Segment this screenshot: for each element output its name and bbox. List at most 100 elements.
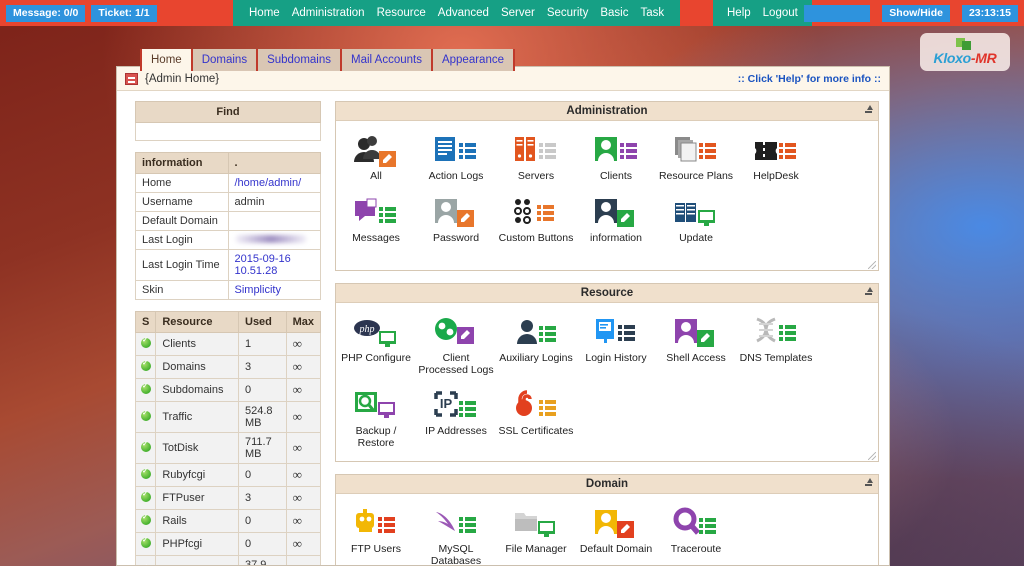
tile-password[interactable]: Password bbox=[416, 191, 496, 253]
tile-label: Update bbox=[679, 233, 713, 245]
tab-subdomains[interactable]: Subdomains bbox=[258, 49, 342, 71]
information-value[interactable]: Simplicity bbox=[228, 281, 321, 300]
tile-label: Traceroute bbox=[671, 544, 721, 556]
tile-ssl-certificates[interactable]: SSL Certificates bbox=[496, 384, 576, 457]
information-value[interactable]: 2015-09-16 10.51.28 bbox=[228, 250, 321, 281]
tile-ip-addresses[interactable]: IP IP Addresses bbox=[416, 384, 496, 457]
nav-item-server[interactable]: Server bbox=[495, 7, 541, 19]
status-ok-icon bbox=[141, 492, 151, 502]
auxiliary-logins-icon bbox=[513, 313, 559, 349]
tile-traceroute[interactable]: Traceroute bbox=[656, 502, 736, 566]
tile-label: Clients bbox=[600, 171, 632, 183]
find-box: Find bbox=[135, 101, 321, 141]
file-manager-icon bbox=[513, 504, 559, 540]
tile-label: Resource Plans bbox=[659, 171, 733, 183]
status-badge bbox=[136, 402, 156, 433]
nav-item-resource[interactable]: Resource bbox=[371, 7, 432, 19]
tile-label: PHP Configure bbox=[341, 353, 411, 365]
collapse-icon[interactable] bbox=[864, 105, 873, 115]
tile-dns-templates[interactable]: DNS Templates bbox=[736, 311, 816, 384]
tile-label: Client Processed Logs bbox=[418, 353, 494, 376]
ticket-counter-pill[interactable]: Ticket: 1/1 bbox=[91, 5, 156, 22]
tile-label: Backup / Restore bbox=[338, 426, 414, 449]
nav-logout[interactable]: Logout bbox=[757, 7, 804, 19]
resize-grip[interactable] bbox=[868, 452, 876, 460]
resource-used: 37.9 MB bbox=[239, 556, 287, 566]
collapse-icon[interactable] bbox=[864, 287, 873, 297]
resource-name: Rails bbox=[156, 510, 239, 533]
nav-item-advanced[interactable]: Advanced bbox=[432, 7, 495, 19]
tile-messages[interactable]: Messages bbox=[336, 191, 416, 253]
find-input-cell[interactable] bbox=[136, 123, 321, 141]
panel-title: Resource bbox=[581, 287, 633, 299]
kloxo-mr-logo[interactable]: Kloxo-MR bbox=[920, 33, 1010, 71]
tile-default-domain[interactable]: Default Domain bbox=[576, 502, 656, 566]
information-row: Last Login bbox=[136, 231, 321, 250]
nav-help[interactable]: Help bbox=[721, 7, 757, 19]
status-ok-icon bbox=[141, 411, 151, 421]
tile-label: IP Addresses bbox=[425, 426, 487, 438]
tab-home[interactable]: Home bbox=[140, 49, 193, 71]
resource-name: Subdomains bbox=[156, 379, 239, 402]
tile-ftp-users[interactable]: FTP Users bbox=[336, 502, 416, 566]
information-value[interactable]: /home/admin/ bbox=[228, 174, 321, 193]
users-edit-icon bbox=[353, 131, 399, 167]
tab-mail-accounts[interactable]: Mail Accounts bbox=[342, 49, 433, 71]
default-domain-icon bbox=[593, 504, 639, 540]
tile-php-configure[interactable]: php PHP Configure bbox=[336, 311, 416, 384]
nav-item-basic[interactable]: Basic bbox=[594, 7, 634, 19]
resource-used: 524.8 MB bbox=[239, 402, 287, 433]
resource-max: ∞ bbox=[286, 433, 320, 464]
tile-file-manager[interactable]: File Manager bbox=[496, 502, 576, 566]
tile-login-history[interactable]: Login History bbox=[576, 311, 656, 384]
table-row: Clients1∞ bbox=[136, 333, 321, 356]
tile-auxiliary-logins[interactable]: Auxiliary Logins bbox=[496, 311, 576, 384]
tile-servers[interactable]: Servers bbox=[496, 129, 576, 191]
tile-label: FTP Users bbox=[351, 544, 401, 556]
tile-all[interactable]: All bbox=[336, 129, 416, 191]
tile-resource-plans[interactable]: Resource Plans bbox=[656, 129, 736, 191]
resource-col-used: Used bbox=[239, 312, 287, 333]
tile-backup-restore[interactable]: Backup / Restore bbox=[336, 384, 416, 457]
collapse-icon[interactable] bbox=[864, 478, 873, 488]
resource-name: TotDisk bbox=[156, 433, 239, 464]
tile-client-processed-logs[interactable]: Client Processed Logs bbox=[416, 311, 496, 384]
mysql-dolphin-icon bbox=[433, 504, 479, 540]
nav-item-security[interactable]: Security bbox=[541, 7, 595, 19]
shell-access-icon bbox=[673, 313, 719, 349]
panel-body: All Action Logs Servers Clients Resource… bbox=[336, 121, 878, 256]
left-sidebar: Find information . Home/home/admin/Usern… bbox=[117, 91, 329, 566]
tile-mysql-databases[interactable]: MySQL Databases bbox=[416, 502, 496, 566]
status-ok-icon bbox=[141, 384, 151, 394]
tile-shell-access[interactable]: Shell Access bbox=[656, 311, 736, 384]
custom-buttons-icon bbox=[513, 193, 559, 229]
find-input[interactable] bbox=[136, 123, 320, 140]
top-bar: Message: 0/0 Ticket: 1/1 HomeAdministrat… bbox=[0, 0, 1024, 26]
tab-domains[interactable]: Domains bbox=[193, 49, 258, 71]
information-key: Home bbox=[136, 174, 229, 193]
nav-item-task[interactable]: Task bbox=[634, 7, 670, 19]
tile-label: Shell Access bbox=[666, 353, 726, 365]
tile-clients[interactable]: Clients bbox=[576, 129, 656, 191]
tile-update[interactable]: Update bbox=[656, 191, 736, 253]
tile-custom-buttons[interactable]: Custom Buttons bbox=[496, 191, 576, 253]
resize-grip[interactable] bbox=[868, 261, 876, 269]
show-hide-button[interactable]: Show/Hide bbox=[882, 5, 950, 22]
tile-action-logs[interactable]: Action Logs bbox=[416, 129, 496, 191]
tile-information[interactable]: information bbox=[576, 191, 656, 253]
table-row: Rubyfcgi0∞ bbox=[136, 464, 321, 487]
panel-domain: Domain FTP Users MySQL Databases File Ma… bbox=[335, 474, 879, 566]
message-counter-pill[interactable]: Message: 0/0 bbox=[6, 5, 85, 22]
table-row: Rails0∞ bbox=[136, 510, 321, 533]
tile-helpdesk[interactable]: HelpDesk bbox=[736, 129, 816, 191]
update-book-icon bbox=[673, 193, 719, 229]
tab-appearance[interactable]: Appearance bbox=[433, 49, 515, 71]
click-help-link[interactable]: :: Click 'Help' for more info :: bbox=[738, 73, 881, 85]
nav-item-home[interactable]: Home bbox=[243, 7, 286, 19]
nav-item-administration[interactable]: Administration bbox=[286, 7, 371, 19]
spacer bbox=[135, 141, 321, 152]
resource-max: ∞ bbox=[286, 356, 320, 379]
status-badge bbox=[136, 356, 156, 379]
status-badge bbox=[136, 464, 156, 487]
information-value bbox=[228, 231, 321, 250]
